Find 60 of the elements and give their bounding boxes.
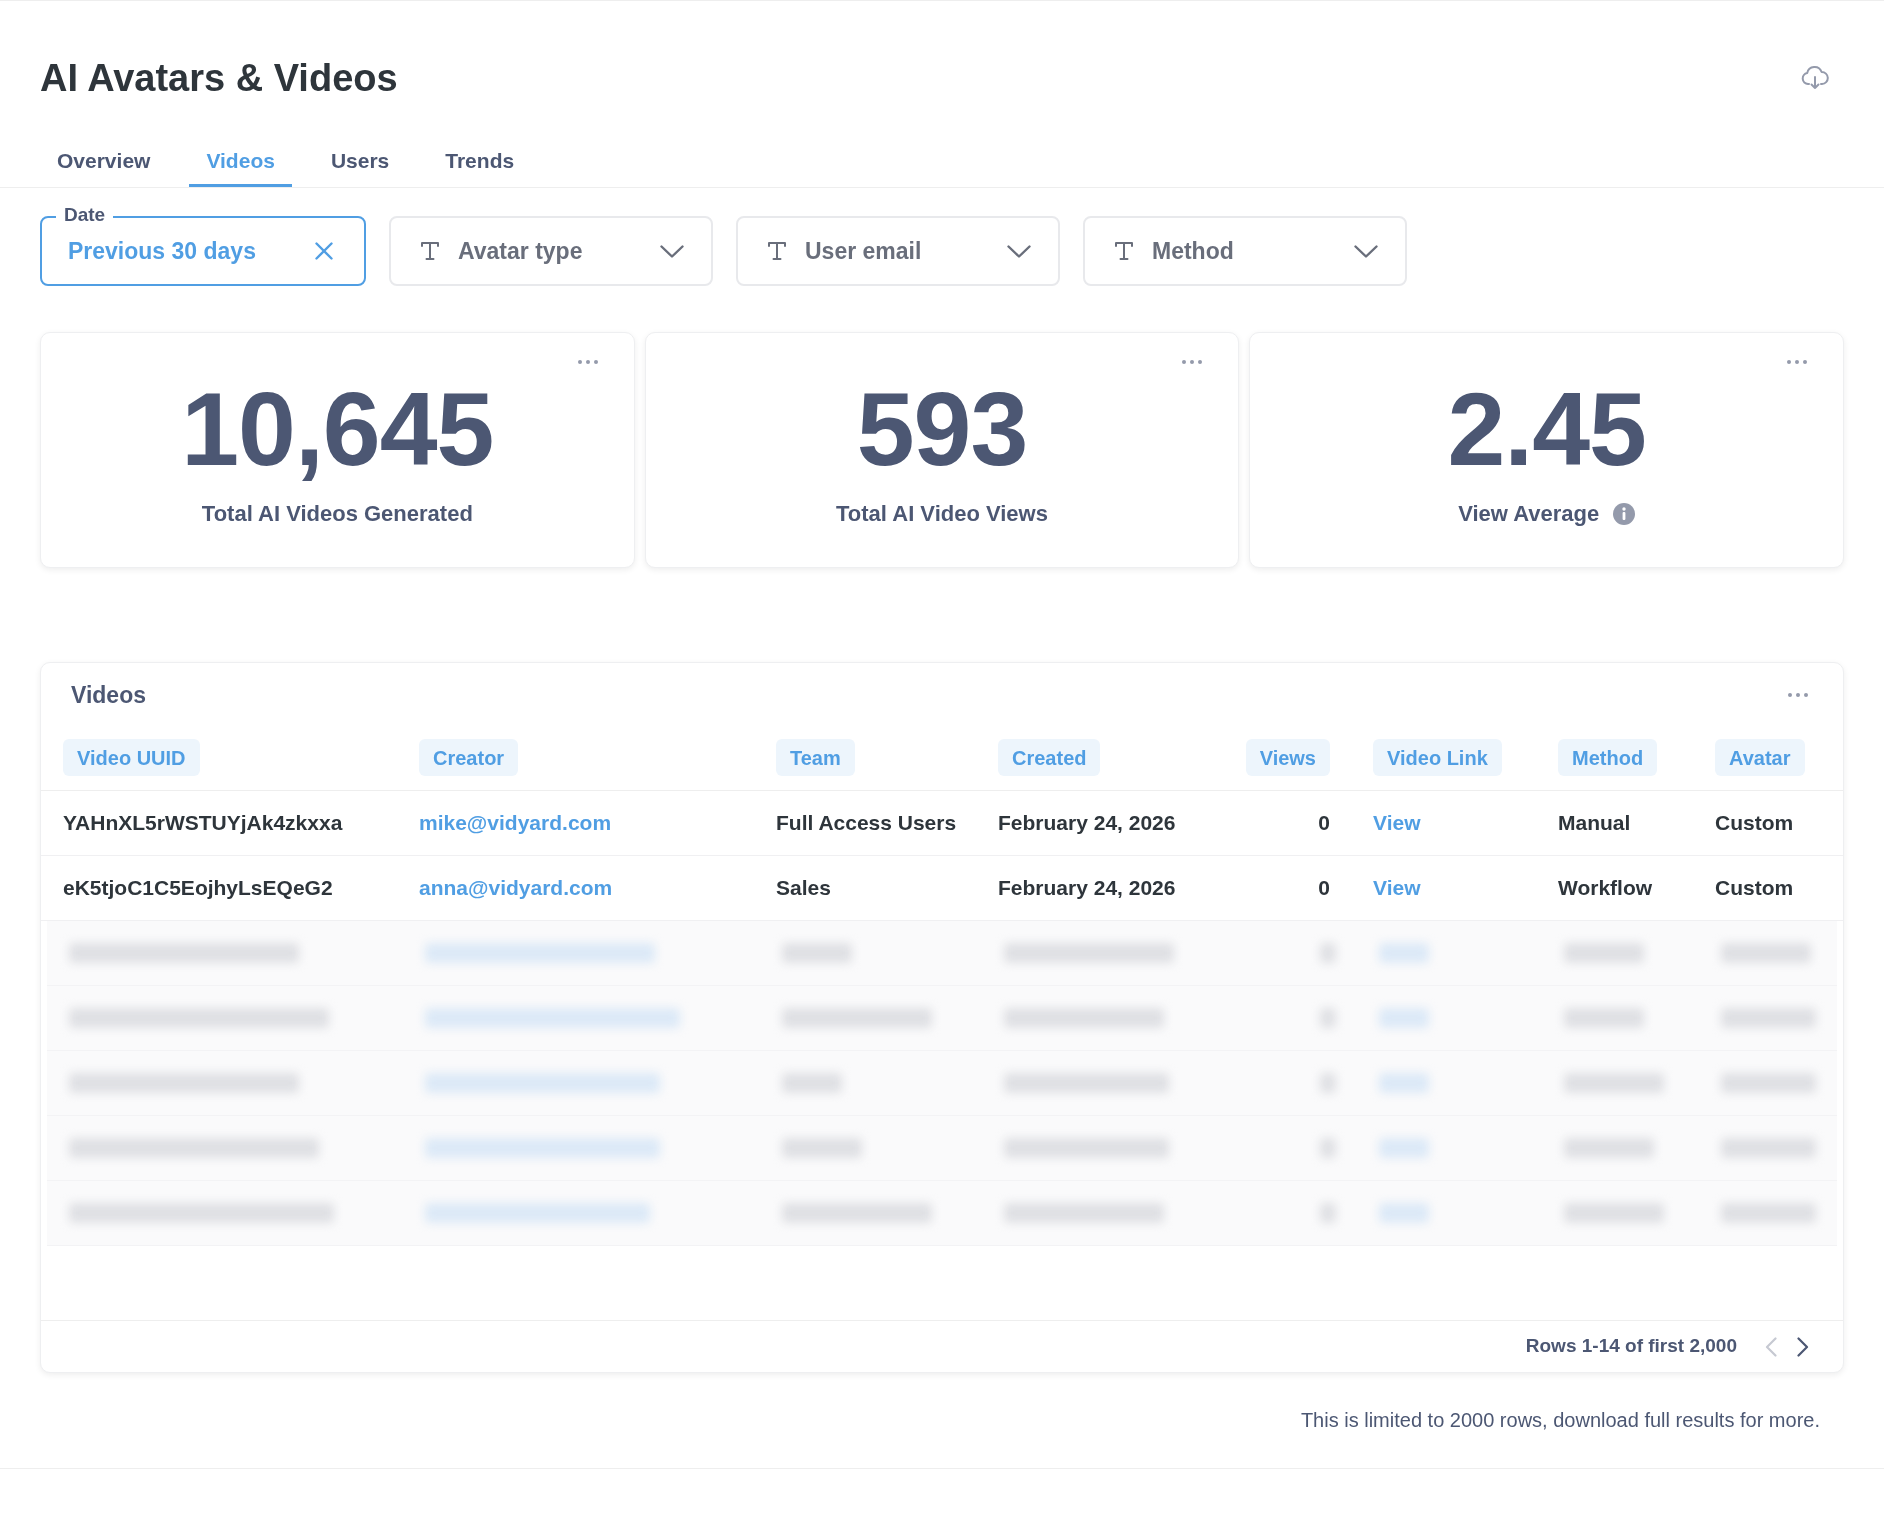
chevron-right-icon[interactable]: [1797, 1336, 1809, 1357]
view-link[interactable]: View: [1373, 872, 1421, 904]
chevron-down-icon: [1007, 244, 1031, 258]
table-cell-text: Sales: [776, 875, 831, 902]
column-header[interactable]: Views: [1245, 739, 1330, 776]
table-cell-text: YAHnXL5rWSTUYjAk4zkxxa: [63, 810, 343, 837]
text-type-icon: [1114, 241, 1134, 261]
stat-value: 10,645: [181, 377, 494, 481]
text-type-icon: [767, 241, 787, 261]
tab[interactable]: Trends: [428, 139, 532, 187]
chevron-down-icon: [660, 244, 684, 258]
table-cell-text: 0: [1318, 810, 1330, 837]
close-icon[interactable]: [315, 242, 333, 260]
stat-label: Total AI Video Views: [836, 500, 1048, 528]
blurred-text: [1379, 1138, 1429, 1158]
table-cell-text: February 24, 2026: [998, 810, 1176, 837]
blurred-text: [1379, 943, 1429, 963]
column-header[interactable]: Creator: [419, 739, 519, 776]
more-options-icon[interactable]: [1788, 693, 1808, 697]
cloud-download-icon[interactable]: [1801, 66, 1829, 90]
pagination-text: Rows 1-14 of first 2,000: [1525, 1334, 1737, 1359]
table-cell-text: 0: [1318, 875, 1330, 902]
stat-label: View Average: [1458, 500, 1600, 528]
chevron-down-icon: [1354, 244, 1378, 258]
tab[interactable]: Videos: [189, 139, 292, 187]
column-header[interactable]: Team: [776, 739, 855, 776]
view-link[interactable]: View: [1373, 807, 1421, 839]
blurred-text: [1379, 1203, 1429, 1223]
results-limit-note: This is limited to 2000 rows, download full results for more.: [1300, 1408, 1820, 1433]
column-header[interactable]: Method: [1558, 739, 1658, 776]
tab[interactable]: Users: [313, 139, 407, 187]
column-header[interactable]: Video UUID: [63, 739, 200, 776]
stat-value: 593: [856, 377, 1028, 481]
table-cell-text: Full Access Users: [776, 810, 957, 837]
dropdown-filter[interactable]: Method: [1083, 216, 1407, 286]
info-icon[interactable]: [1613, 503, 1636, 525]
more-options-icon[interactable]: [1182, 360, 1203, 364]
more-options-icon[interactable]: [1787, 360, 1807, 364]
more-options-icon[interactable]: [577, 360, 598, 364]
table-cell-text: Custom: [1715, 810, 1794, 837]
column-header[interactable]: Created: [998, 739, 1101, 776]
text-type-icon: [420, 241, 440, 261]
table-cell-text: Manual: [1558, 810, 1631, 837]
column-header[interactable]: Video Link: [1373, 739, 1502, 776]
column-header[interactable]: Avatar: [1715, 739, 1805, 776]
dropdown-filter[interactable]: User email: [736, 216, 1060, 286]
email-link[interactable]: anna@vidyard.com: [419, 872, 613, 904]
stat-value: 2.45: [1447, 377, 1646, 481]
stat-label: Total AI Videos Generated: [201, 500, 473, 528]
blurred-text: [1379, 1008, 1429, 1028]
dropdown-filter[interactable]: Avatar type: [389, 216, 713, 286]
table-title: Videos: [71, 681, 146, 709]
table-cell-text: February 24, 2026: [998, 875, 1176, 902]
table-cell-text: eK5tjoC1C5EojhyLsEQeG2: [63, 875, 333, 902]
table-cell-text: Workflow: [1558, 875, 1653, 902]
email-link[interactable]: mike@vidyard.com: [419, 807, 612, 839]
tab[interactable]: Overview: [40, 139, 168, 187]
blurred-text: [1379, 1073, 1429, 1093]
table-cell-text: Custom: [1715, 875, 1794, 902]
page-title: AI Avatars & Videos: [40, 56, 398, 101]
